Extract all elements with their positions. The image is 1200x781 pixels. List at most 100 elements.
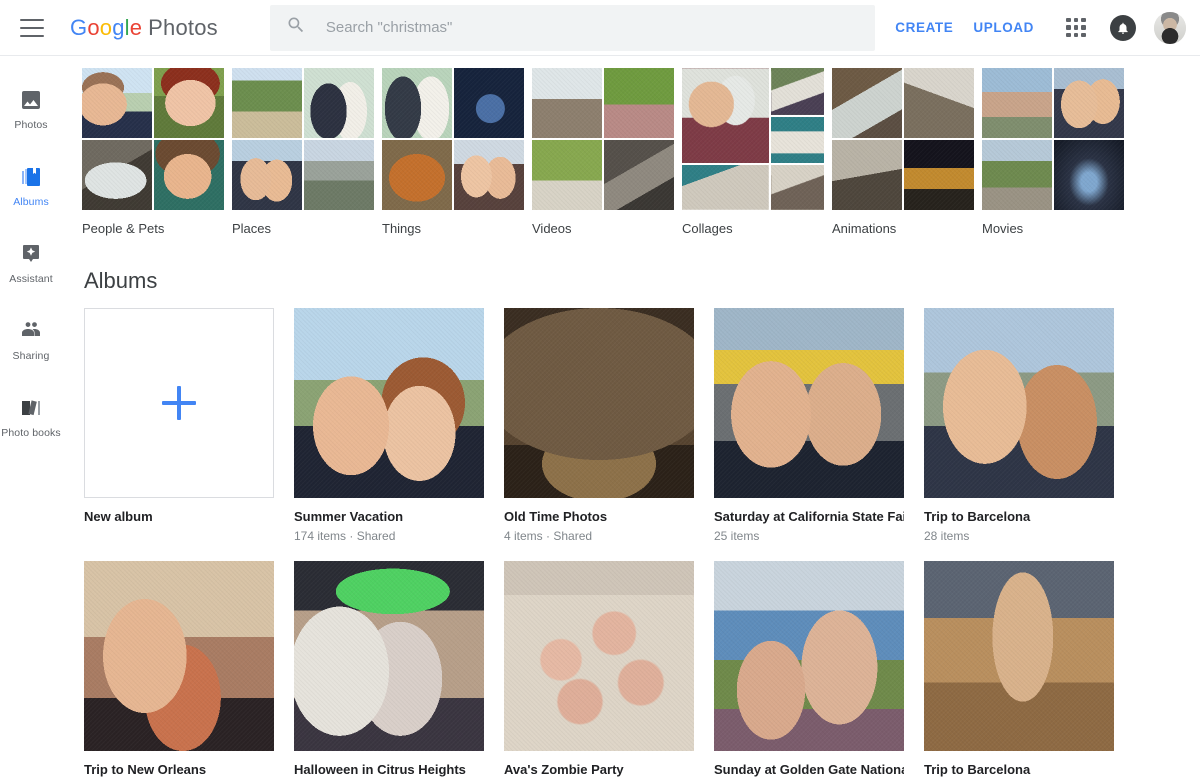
search-bar[interactable] [269,4,875,51]
album-card[interactable]: Sunday at Golden Gate National [714,561,904,781]
upload-button[interactable]: UPLOAD [963,12,1044,43]
album-cover [294,308,484,498]
thumbnail [454,68,524,138]
category-label: Things [382,221,422,236]
album-title: Summer Vacation [294,509,404,524]
category-places[interactable]: Places [232,68,382,236]
new-album-box[interactable] [84,308,274,498]
thumbnail [604,140,674,210]
photo-icon [19,88,43,112]
album-cover [504,561,694,752]
product-name: Photos [148,14,218,40]
album-cover [84,561,274,752]
thumbnail [904,68,974,138]
album-title: Ava's Zombie Party [504,762,624,778]
thumbnail [770,68,824,115]
album-card[interactable]: Old Time Photos 4 items · Shared [504,308,694,543]
album-cover [294,561,484,752]
album-card[interactable]: Trip to New Orleans [84,561,274,781]
albums-grid: New album Summer Vacation 174 items · Sh… [62,308,1200,781]
sharing-icon [19,319,43,343]
category-videos[interactable]: Videos [532,68,682,236]
thumbnail [304,68,374,138]
sidebar: Photos Albums Assistant Sharing Photo bo… [0,56,62,781]
category-thumbnail-grid [232,68,374,210]
hamburger-menu-icon[interactable] [20,18,44,37]
photobook-icon [19,396,43,420]
thumbnail [682,165,769,210]
main-content: People & Pets Places Things Videos Colla… [62,56,1200,781]
album-title: Saturday at California State Fair [714,509,904,524]
category-things[interactable]: Things [382,68,532,236]
sidebar-item-photo-books[interactable]: Photo books [0,386,62,445]
page-title: Albums [84,268,158,293]
album-cover [924,308,1114,498]
thumbnail [982,140,1052,210]
album-title: Trip to Barcelona [924,509,1031,524]
category-label: Places [232,221,272,236]
album-title: Trip to New Orleans [84,762,207,778]
thumbnail [832,68,902,138]
thumbnail [1054,68,1124,138]
albums-icon [19,165,43,189]
category-label: Animations [832,221,897,236]
new-album-card[interactable]: New album [84,308,274,543]
search-input[interactable] [323,18,859,37]
thumbnail [382,140,452,210]
thumbnail [454,140,524,210]
album-card[interactable]: Saturday at California State Fair 25 ite… [714,308,904,543]
thumbnail [304,140,374,210]
header-actions: CREATE UPLOAD [885,11,1200,44]
category-thumbnail-grid [532,68,674,210]
category-movies[interactable]: Movies [982,68,1132,236]
thumbnail [832,140,902,210]
category-thumbnail-grid [82,68,224,210]
thumbnail [604,68,674,138]
album-card[interactable]: Summer Vacation 174 items · Shared [294,308,484,543]
app-body: Photos Albums Assistant Sharing Photo bo… [0,56,1200,781]
album-title: Trip to Barcelona [924,762,1031,778]
category-thumbnail-grid [982,68,1124,210]
apps-grid-icon[interactable] [1066,17,1086,38]
search-icon [286,15,306,40]
category-label: Movies [982,221,1024,236]
album-cover [924,561,1114,752]
category-label: People & Pets [82,221,165,236]
category-people-pets[interactable]: People & Pets [82,68,232,236]
sidebar-item-sharing[interactable]: Sharing [0,309,62,368]
thumbnail [682,68,769,164]
sidebar-label: Photos [14,119,48,131]
thumbnail [154,68,224,138]
album-card[interactable]: Trip to Barcelona 28 items [924,308,1114,543]
album-cover [504,308,694,498]
category-thumbnail-grid [832,68,974,210]
new-album-label: New album [84,509,153,524]
thumbnail [82,68,152,138]
thumbnail [232,68,302,138]
thumbnail [82,140,152,210]
sidebar-label: Sharing [12,350,50,363]
category-thumbnail-grid [682,68,824,210]
thumbnail [382,68,452,138]
app-header: Google Photos CREATE UPLOAD [0,0,1200,56]
album-title: Halloween in Citrus Heights [294,762,466,778]
album-card[interactable]: Halloween in Citrus Heights [294,561,484,781]
sidebar-label: Assistant [9,273,53,286]
thumbnail [232,140,302,210]
category-label: Videos [532,221,572,236]
notification-bell-icon[interactable] [1110,14,1136,41]
sidebar-item-photos[interactable]: Photos [0,78,62,137]
thumbnail [154,140,224,210]
category-thumbnail-grid [382,68,524,210]
category-animations[interactable]: Animations [832,68,982,236]
thumbnail [770,165,824,210]
avatar[interactable] [1154,11,1186,44]
sidebar-label: Albums [13,196,49,209]
category-collages[interactable]: Collages [682,68,832,236]
sidebar-item-assistant[interactable]: Assistant [0,232,62,291]
sidebar-item-albums[interactable]: Albums [0,155,62,214]
album-card[interactable]: Ava's Zombie Party [504,561,694,781]
create-button[interactable]: CREATE [885,12,963,43]
album-card[interactable]: Trip to Barcelona [924,561,1114,781]
google-wordmark: Google [70,14,143,40]
